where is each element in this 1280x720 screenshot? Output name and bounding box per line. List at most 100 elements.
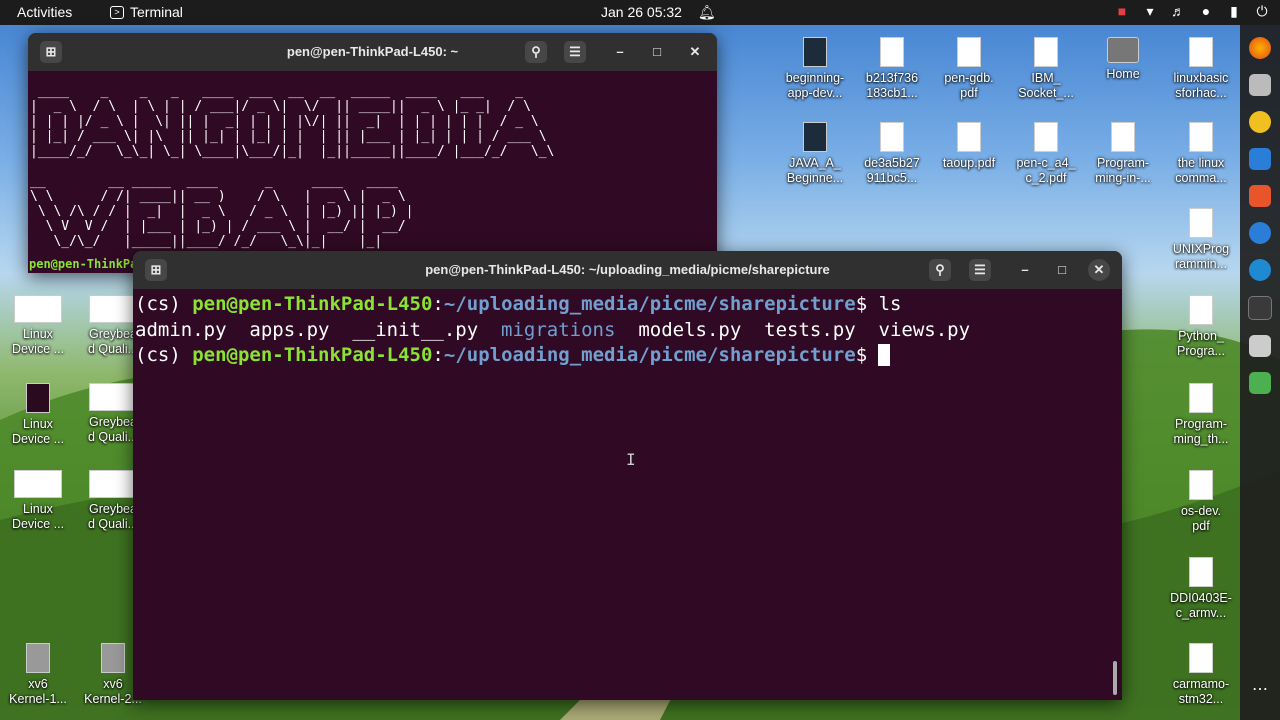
desktop-file-icon[interactable]: Linux Device ... xyxy=(0,470,78,532)
user-host: pen@pen-ThinkPad-L450 xyxy=(192,344,433,366)
desktop-file-icon[interactable]: pen-gdb. pdf xyxy=(929,37,1009,101)
venv-label: (cs) xyxy=(135,344,193,366)
file-thumbnail-icon xyxy=(957,37,981,67)
terminal-dock-icon[interactable] xyxy=(1248,296,1272,320)
desktop-file-label: Linux Device ... xyxy=(11,502,65,531)
search-icon[interactable]: ⚲ xyxy=(525,41,547,63)
desktop-file-icon[interactable]: UNIXProg rammin... xyxy=(1161,208,1241,272)
software-icon[interactable] xyxy=(1249,185,1271,207)
clock[interactable]: Jan 26 05:32 🔔︎ xyxy=(601,4,716,20)
file-thumbnail-icon xyxy=(1034,122,1058,152)
desktop-file-icon[interactable]: b213f736 183cb1... xyxy=(852,37,932,101)
desktop-file-label: b213f736 183cb1... xyxy=(865,71,919,100)
activities-button[interactable]: Activities xyxy=(17,4,72,20)
file-thumbnail-icon xyxy=(1189,643,1213,673)
power-icon: ⏻ xyxy=(1256,3,1268,19)
terminal-window-home[interactable]: ⊞ pen@pen-ThinkPad-L450: ~ ⚲ ☰ – □ ✕ ___… xyxy=(28,33,717,273)
desktop-file-icon[interactable]: beginning- app-dev... xyxy=(775,37,855,101)
desktop-file-icon[interactable]: de3a5b27 911bc5... xyxy=(852,122,932,186)
desktop-file-label: carmamo- stm32... xyxy=(1172,677,1230,706)
top-bar: Activities > Terminal Jan 26 05:32 🔔︎ ■ … xyxy=(0,0,1280,25)
desktop-file-icon[interactable]: DDI0403E- c_armv... xyxy=(1161,557,1241,621)
desktop-file-icon[interactable]: Linux Device ... xyxy=(0,295,78,357)
close-icon[interactable]: ✕ xyxy=(1088,259,1110,281)
file-thumbnail-icon xyxy=(803,37,827,67)
desktop-file-icon[interactable]: Program- ming_th... xyxy=(1161,383,1241,447)
desktop-file-label: UNIXProg rammin... xyxy=(1172,242,1230,271)
close-icon[interactable]: ✕ xyxy=(684,41,706,63)
desktop-file-icon[interactable]: carmamo- stm32... xyxy=(1161,643,1241,707)
desktop-file-icon[interactable]: the linux comma... xyxy=(1161,122,1241,186)
desktop-file-label: Python_ Progra... xyxy=(1177,329,1225,358)
desktop-file-icon[interactable]: IBM_ Socket_... xyxy=(1006,37,1086,101)
hamburger-menu-icon[interactable]: ☰ xyxy=(969,259,991,281)
ascii-banner: ____ _ _ _ ____ ___ __ __ _____ ____ ___… xyxy=(30,84,555,249)
prompt-line-1: (cs) pen@pen-ThinkPad-L450:~/uploading_m… xyxy=(135,293,901,315)
file-thumbnail-icon xyxy=(880,37,904,67)
maximize-icon[interactable]: □ xyxy=(1051,259,1073,281)
file-thumbnail-icon xyxy=(89,470,137,498)
file-thumbnail-icon xyxy=(89,383,137,411)
desktop-file-label: JAVA_A_ Beginne... xyxy=(786,156,844,185)
trash-icon[interactable] xyxy=(1249,372,1271,394)
desktop-file-icon[interactable]: Home xyxy=(1083,37,1163,82)
file-thumbnail-icon xyxy=(1189,295,1213,325)
desktop-file-icon[interactable]: pen-c_a4_ c_2.pdf xyxy=(1006,122,1086,186)
ls-dir-migrations: migrations xyxy=(501,318,616,341)
ls-files-b: models.py tests.py views.py xyxy=(615,318,971,341)
file-thumbnail-icon xyxy=(26,383,50,413)
file-thumbnail-icon xyxy=(1189,383,1213,413)
cwd-path: ~/uploading_media/picme/sharepicture xyxy=(443,344,856,366)
bell-icon: 🔔︎ xyxy=(697,4,716,20)
desktop-file-label: DDI0403E- c_armv... xyxy=(1170,591,1232,620)
desktop-file-label: beginning- app-dev... xyxy=(785,71,845,100)
file-thumbnail-icon xyxy=(803,122,827,152)
maximize-icon[interactable]: □ xyxy=(646,41,668,63)
ls-files-a: admin.py apps.py __init__.py xyxy=(135,318,502,341)
app-menu-label: Terminal xyxy=(130,4,183,20)
file-thumbnail-icon xyxy=(14,470,62,498)
terminal-icon: > xyxy=(110,5,124,19)
desktop-file-icon[interactable]: taoup.pdf xyxy=(929,122,1009,171)
scrollbar[interactable] xyxy=(1113,661,1117,695)
system-tray[interactable]: ■ ▾ ♬ ● ▮ ⏻ xyxy=(1114,3,1270,19)
desktop-file-icon[interactable]: Linux Device ... xyxy=(0,383,78,447)
search-icon[interactable]: ⚲ xyxy=(929,259,951,281)
minimize-icon[interactable]: – xyxy=(1014,259,1036,281)
desktop-file-icon[interactable]: Program- ming-in-... xyxy=(1083,122,1163,186)
file-thumbnail-icon xyxy=(89,295,137,323)
file-thumbnail-icon xyxy=(1034,37,1058,67)
file-thumbnail-icon xyxy=(880,122,904,152)
terminal-output[interactable]: (cs) pen@pen-ThinkPad-L450:~/uploading_m… xyxy=(133,289,1122,369)
disk-icon[interactable] xyxy=(1249,335,1271,357)
desktop-file-icon[interactable]: linuxbasic sforhac... xyxy=(1161,37,1241,101)
writer-icon[interactable] xyxy=(1249,148,1271,170)
desktop-file-label: de3a5b27 911bc5... xyxy=(864,156,920,185)
ls-output: admin.py apps.py __init__.py migrations … xyxy=(135,319,970,341)
vscode-icon[interactable] xyxy=(1249,259,1271,281)
file-thumbnail-icon xyxy=(14,295,62,323)
help-icon[interactable] xyxy=(1249,222,1271,244)
app-menu-terminal[interactable]: > Terminal xyxy=(110,4,183,20)
window-titlebar[interactable]: ⊞ pen@pen-ThinkPad-L450: ~/uploading_med… xyxy=(133,251,1122,289)
cwd-path: ~/uploading_media/picme/sharepicture xyxy=(443,293,856,315)
desktop-file-icon[interactable]: Python_ Progra... xyxy=(1161,295,1241,359)
desktop-file-icon[interactable]: JAVA_A_ Beginne... xyxy=(775,122,855,186)
prompt-line-2: (cs) pen@pen-ThinkPad-L450:~/uploading_m… xyxy=(135,344,890,366)
show-apps-icon[interactable]: ⋯ xyxy=(1249,679,1271,701)
firefox-icon[interactable] xyxy=(1249,37,1271,59)
files-icon[interactable] xyxy=(1249,74,1271,96)
desktop-file-label: pen-c_a4_ c_2.pdf xyxy=(1016,156,1076,185)
rhythmbox-icon[interactable] xyxy=(1249,111,1271,133)
window-titlebar[interactable]: ⊞ pen@pen-ThinkPad-L450: ~ ⚲ ☰ – □ ✕ xyxy=(28,33,717,71)
hamburger-menu-icon[interactable]: ☰ xyxy=(564,41,586,63)
desktop-file-label: linuxbasic sforhac... xyxy=(1173,71,1229,100)
file-thumbnail-icon xyxy=(1189,470,1213,500)
wifi-icon: ▾ xyxy=(1146,3,1154,19)
prompt-dollar: $ xyxy=(855,293,868,315)
minimize-icon[interactable]: – xyxy=(609,41,631,63)
desktop-file-icon[interactable]: os-dev. pdf xyxy=(1161,470,1241,534)
terminal-window-sharepicture[interactable]: ⊞ pen@pen-ThinkPad-L450: ~/uploading_med… xyxy=(133,251,1122,700)
venv-label: (cs) xyxy=(135,293,193,315)
desktop-file-icon[interactable]: xv6 Kernel-1... xyxy=(0,643,78,707)
